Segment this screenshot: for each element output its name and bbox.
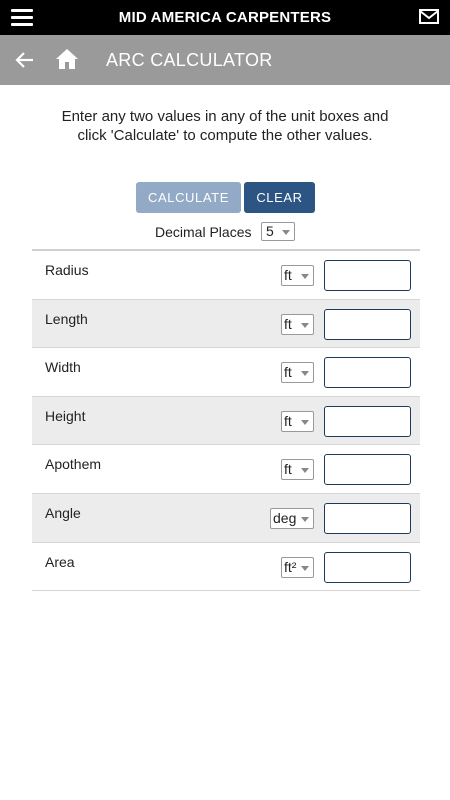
area-input[interactable] — [324, 551, 411, 583]
page-title: ARC CALCULATOR — [106, 50, 273, 70]
length-input[interactable] — [324, 308, 411, 340]
field-label: Radius — [45, 262, 89, 278]
unit-value: deg — [273, 509, 297, 526]
unit-value: ft — [284, 412, 292, 429]
chevron-down-icon — [301, 419, 309, 425]
unit-select-apothem[interactable]: ft — [281, 459, 314, 481]
back-arrow-icon[interactable] — [15, 50, 35, 70]
field-label: Apothem — [45, 456, 102, 473]
decimal-places-label: Decimal Places — [155, 224, 252, 240]
unit-select-angle[interactable]: deg — [270, 507, 314, 529]
field-label: Length — [45, 310, 88, 327]
field-label: Width — [45, 359, 81, 376]
chevron-down-icon — [301, 468, 309, 474]
unit-select-radius[interactable]: ft — [281, 265, 314, 286]
arc-fields-list: Radius ft Length ft Width ft Height ft A… — [32, 249, 420, 592]
chevron-down-icon — [301, 565, 309, 571]
unit-value: ft — [284, 461, 292, 478]
field-row-angle: Angle deg — [32, 493, 420, 543]
decimal-places-select[interactable]: 5 — [261, 222, 295, 241]
field-row-apothem: Apothem ft — [32, 445, 420, 494]
unit-select-length[interactable]: ft — [281, 313, 314, 335]
chevron-down-icon — [301, 371, 309, 377]
field-label: Angle — [45, 504, 81, 521]
envelope-icon[interactable] — [419, 8, 439, 25]
unit-select-height[interactable]: ft — [281, 410, 314, 432]
field-label: Area — [45, 553, 75, 570]
field-row-radius: Radius ft — [32, 251, 420, 300]
calculate-button[interactable]: CALCULATE — [136, 182, 241, 213]
angle-input[interactable] — [324, 502, 411, 534]
height-input[interactable] — [324, 405, 411, 437]
unit-select-width[interactable]: ft — [281, 362, 314, 384]
radius-input[interactable] — [324, 260, 411, 291]
app-title: MID AMERICA CARPENTERS — [118, 9, 332, 26]
width-input[interactable] — [324, 357, 411, 389]
unit-select-area[interactable]: ft² — [281, 556, 314, 578]
field-row-width: Width ft — [32, 348, 420, 397]
instructions-text: Enter any two values in any of the unit … — [61, 108, 389, 144]
apothem-input[interactable] — [324, 454, 411, 486]
decimal-places-value: 5 — [266, 223, 274, 239]
unit-value: ft² — [284, 558, 297, 575]
nav-bar: ARC CALCULATOR — [0, 35, 450, 85]
chevron-down-icon — [301, 516, 309, 522]
unit-value: ft — [284, 315, 292, 332]
field-row-area: Area ft² — [32, 542, 420, 592]
chevron-down-icon — [282, 230, 290, 235]
chevron-down-icon — [301, 322, 309, 328]
home-icon[interactable] — [55, 47, 79, 71]
unit-value: ft — [284, 267, 292, 283]
unit-value: ft — [284, 364, 292, 381]
chevron-down-icon — [301, 274, 309, 279]
clear-button[interactable]: CLEAR — [244, 182, 315, 213]
field-row-length: Length ft — [32, 299, 420, 349]
app-header: MID AMERICA CARPENTERS — [0, 0, 450, 35]
field-row-height: Height ft — [32, 396, 420, 446]
field-label: Height — [45, 407, 86, 424]
